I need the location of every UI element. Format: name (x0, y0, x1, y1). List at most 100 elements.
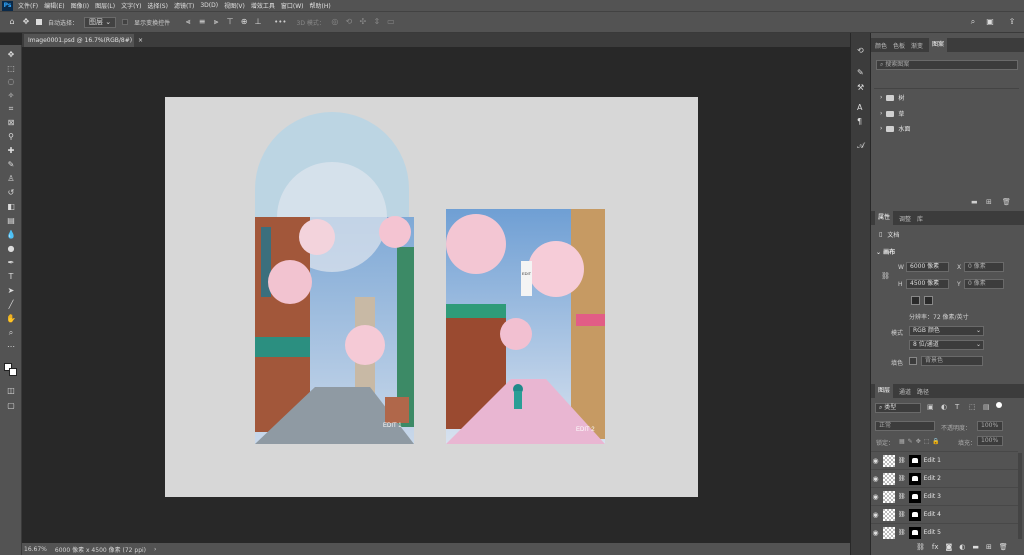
menu-layer[interactable]: 图层(L) (95, 1, 115, 10)
status-arrow-icon[interactable]: › (154, 546, 156, 553)
layer-name[interactable]: Edit 2 (924, 475, 941, 482)
3d-orbit-icon[interactable]: ◎ (331, 18, 339, 26)
home-icon[interactable]: ⌂ (8, 18, 16, 26)
menu-select[interactable]: 选择(S) (147, 1, 168, 10)
tab-gradients[interactable]: 渐变 (911, 41, 923, 50)
screen-mode-icon[interactable]: ▢ (5, 400, 17, 411)
dodge-icon[interactable]: ● (5, 243, 17, 254)
link-icon[interactable]: ⛓ (881, 272, 890, 280)
adjustment-layer-icon[interactable]: ◐ (959, 543, 965, 551)
3d-roll-icon[interactable]: ⟲ (345, 18, 353, 26)
align-center-icon[interactable]: ≡ (198, 18, 206, 26)
align-bottom-icon[interactable]: ⊥ (254, 18, 262, 26)
menu-window[interactable]: 窗口(W) (281, 1, 304, 10)
blur-icon[interactable]: 💧 (5, 229, 17, 240)
menu-plugins[interactable]: 增效工具 (251, 1, 275, 10)
blend-mode-dropdown[interactable]: 正常 (875, 421, 935, 431)
auto-select-checkbox[interactable] (36, 19, 42, 25)
menu-edit[interactable]: 编辑(E) (44, 1, 64, 10)
clone-stamp-icon[interactable]: ♙ (5, 173, 17, 184)
layer-row[interactable]: ◉ ⛓ Edit 2 (871, 469, 1018, 487)
layer-mask-thumbnail[interactable] (908, 454, 921, 467)
layer-mask-thumbnail[interactable] (908, 526, 921, 539)
layer-name[interactable]: Edit 5 (924, 529, 941, 536)
zoom-icon[interactable]: ⌕ (5, 327, 17, 338)
tab-properties[interactable]: 属性 (875, 211, 894, 225)
move-icon[interactable]: ✥ (5, 49, 17, 60)
artboard[interactable]: EDIT 1 EDIT EDIT 2 (165, 97, 698, 497)
glyphs-icon[interactable]: 𝒜 (857, 141, 865, 151)
menu-image[interactable]: 图像(I) (71, 1, 89, 10)
crop-icon[interactable]: ⌗ (5, 103, 17, 114)
hand-icon[interactable]: ✋ (5, 313, 17, 324)
opacity-field[interactable]: 100% (977, 421, 1003, 431)
pattern-search-input[interactable]: ⌕ 搜索图案 (876, 60, 1018, 70)
lasso-icon[interactable]: ◌ (5, 76, 17, 87)
gradient-icon[interactable]: ▤ (5, 215, 17, 226)
tab-adjustments[interactable]: 调整 (899, 214, 911, 223)
eraser-icon[interactable]: ◧ (5, 201, 17, 212)
layer-style-button[interactable]: fx (932, 543, 939, 551)
background-color-swatch[interactable] (9, 368, 17, 376)
workspace-icon[interactable]: ▣ (986, 18, 994, 26)
chevron-right-icon[interactable]: › (880, 94, 882, 101)
align-top-icon[interactable]: ⊤ (226, 18, 234, 26)
fill-color-swatch[interactable] (909, 357, 917, 365)
close-tab-icon[interactable]: × (138, 37, 143, 44)
delete-icon[interactable]: 🗑 (1002, 198, 1011, 206)
chevron-right-icon[interactable]: › (880, 125, 882, 132)
search-icon[interactable]: ⌕ (969, 18, 977, 26)
layer-name[interactable]: Edit 4 (924, 511, 941, 518)
auto-select-target-dropdown[interactable]: 图层 ⌄ (84, 16, 117, 28)
marquee-icon[interactable]: ⬚ (5, 63, 17, 74)
zoom-level[interactable]: 16.67% (24, 546, 47, 553)
transform-controls-checkbox[interactable] (122, 19, 129, 25)
filter-pixel-icon[interactable]: ▣ (927, 403, 934, 411)
menu-help[interactable]: 帮助(H) (310, 1, 331, 10)
tab-paths[interactable]: 路径 (917, 387, 929, 396)
fill-dropdown[interactable]: 背景色 (921, 356, 983, 366)
filter-adjustment-icon[interactable]: ◐ (941, 403, 947, 411)
bit-depth-dropdown[interactable]: 8 位/通道 ⌄ (909, 340, 984, 350)
tab-layers[interactable]: 图层 (875, 384, 894, 398)
frame-icon[interactable]: ⊠ (5, 117, 17, 128)
width-field[interactable]: 6000 像素 (906, 262, 949, 272)
height-field[interactable]: 4500 像素 (906, 279, 949, 289)
brush-icon[interactable]: ✎ (5, 159, 17, 170)
tab-color[interactable]: 颜色 (875, 41, 887, 50)
healing-brush-icon[interactable]: ✚ (5, 145, 17, 156)
portrait-orientation-icon[interactable] (911, 296, 920, 305)
document-tab[interactable]: Image0001.psd @ 16.7%(RGB/8#) × (24, 34, 143, 47)
magic-wand-icon[interactable]: ✧ (5, 90, 17, 101)
layer-mask-thumbnail[interactable] (908, 472, 921, 485)
layer-row[interactable]: ◉ ⛓ Edit 3 (871, 487, 1018, 505)
eye-icon[interactable]: ◉ (871, 475, 880, 483)
history-brush-icon[interactable]: ↺ (5, 187, 17, 198)
new-layer-icon[interactable]: ⊞ (986, 543, 992, 551)
eye-icon[interactable]: ◉ (871, 457, 880, 465)
share-icon[interactable]: ⇪ (1008, 18, 1016, 26)
tab-channels[interactable]: 通道 (899, 387, 911, 396)
eye-icon[interactable]: ◉ (871, 511, 880, 519)
quick-mask-icon[interactable]: ◫ (5, 385, 17, 396)
lock-options-icons[interactable]: ▦✎✥⬚🔒 (899, 438, 943, 445)
character-icon[interactable]: A (857, 103, 862, 112)
menu-file[interactable]: 文件(F) (18, 1, 38, 10)
layer-filter-dropdown[interactable]: ⌕ 类型 (875, 403, 921, 413)
history-icon[interactable]: ⟲ (857, 46, 864, 55)
filter-type-icon[interactable]: T (955, 403, 959, 411)
chevron-right-icon[interactable]: › (880, 110, 882, 117)
layer-name[interactable]: Edit 1 (924, 457, 941, 464)
align-middle-icon[interactable]: ⊕ (240, 18, 248, 26)
canvas-section-header[interactable]: ⌄ 画布 (876, 247, 895, 256)
layer-mask-thumbnail[interactable] (908, 508, 921, 521)
line-icon[interactable]: ╱ (5, 299, 17, 310)
align-left-icon[interactable]: ⫷ (184, 18, 192, 26)
new-pattern-icon[interactable]: ⊞ (986, 198, 992, 206)
eyedropper-icon[interactable]: ⚲ (5, 131, 17, 142)
eye-icon[interactable]: ◉ (871, 493, 880, 501)
pattern-group-trees[interactable]: › 树 (880, 93, 904, 102)
filter-shape-icon[interactable]: ⬚ (969, 403, 976, 411)
filter-toggle-icon[interactable] (996, 402, 1002, 408)
fill-opacity-field[interactable]: 100% (977, 436, 1003, 446)
